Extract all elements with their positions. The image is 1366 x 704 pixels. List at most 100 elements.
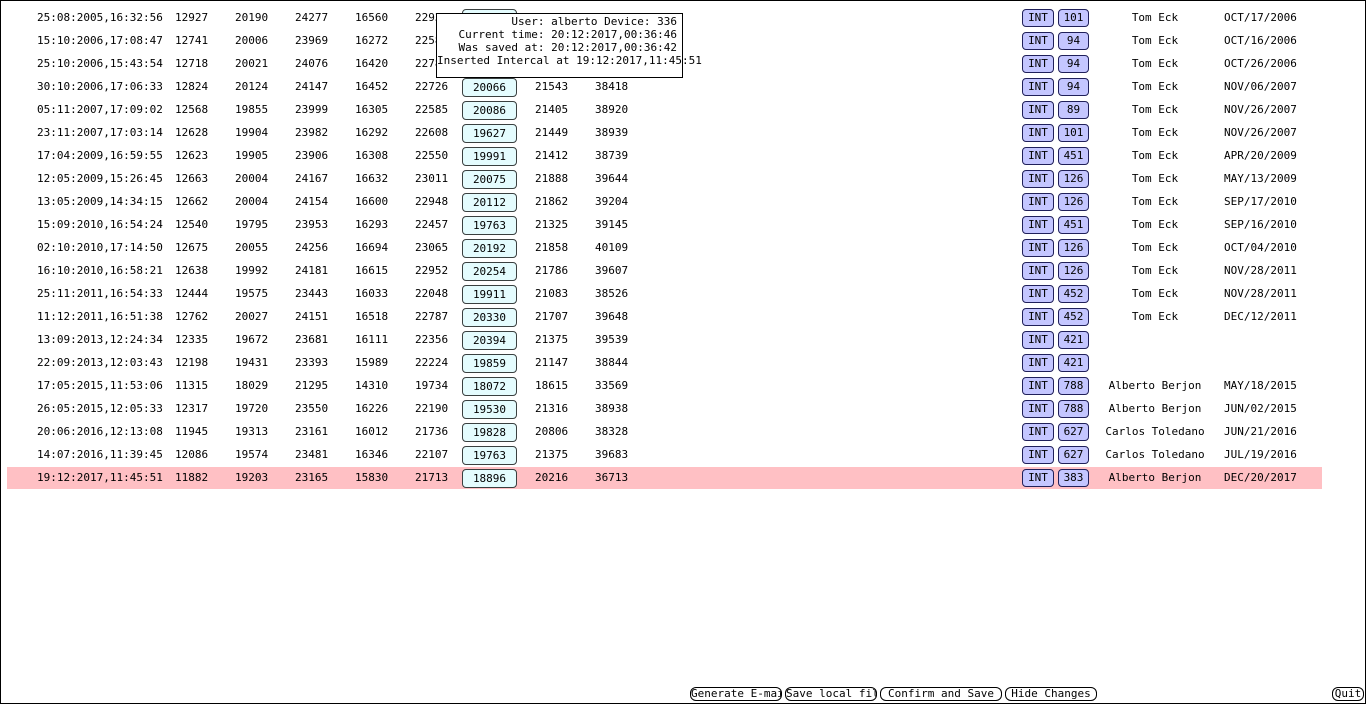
row-int-button[interactable]: INT — [1022, 101, 1054, 119]
row-code-button[interactable]: 94 — [1058, 55, 1089, 73]
row-int-button[interactable]: INT — [1022, 216, 1054, 234]
table-row[interactable]: 13:09:2013,12:24:34 12335 19672 23681 16111 2… — [7, 329, 1322, 351]
table-row[interactable]: 13:05:2009,14:34:15 12662 20004 24154 16600 2… — [7, 191, 1322, 213]
table-row[interactable]: 30:10:2006,17:06:33 12824 20124 24147 16452 2… — [7, 76, 1322, 98]
hide-changes-button[interactable]: Hide Changes — [1005, 687, 1097, 701]
table-row-selected[interactable]: 19:12:2017,11:45:51 11882 19203 23165 15830 2… — [7, 467, 1322, 489]
row-code-button[interactable]: 101 — [1058, 124, 1089, 142]
row-int-button[interactable]: INT — [1022, 377, 1054, 395]
row-value-5: 22608 — [415, 126, 449, 139]
row-int-button[interactable]: INT — [1022, 124, 1054, 142]
row-value-field[interactable]: 19859 — [462, 354, 517, 373]
row-int-button[interactable]: INT — [1022, 78, 1054, 96]
row-user-date: JUL/19/2016 — [1224, 448, 1297, 461]
row-value-field[interactable]: 20075 — [462, 170, 517, 189]
row-code-button[interactable]: 383 — [1058, 469, 1089, 487]
table-row[interactable]: 05:11:2007,17:09:02 12568 19855 23999 16305 2… — [7, 99, 1322, 121]
row-value-field[interactable]: 19828 — [462, 423, 517, 442]
row-code-button[interactable]: 101 — [1058, 9, 1089, 27]
row-code-button[interactable]: 451 — [1058, 147, 1089, 165]
row-value-8: 39683 — [595, 448, 629, 461]
row-date: 25:08:2005,16:32:56 — [37, 11, 163, 24]
row-code-button[interactable]: 126 — [1058, 239, 1089, 257]
row-int-button[interactable]: INT — [1022, 423, 1054, 441]
generate-email-button[interactable]: Generate E-mail — [690, 687, 782, 701]
table-row[interactable]: 26:05:2015,12:05:33 12317 19720 23550 16226 2… — [7, 398, 1322, 420]
row-code-button[interactable]: 94 — [1058, 78, 1089, 96]
row-user-date: JUN/21/2016 — [1224, 425, 1297, 438]
row-value-field[interactable]: 20086 — [462, 101, 517, 120]
row-code-button[interactable]: 89 — [1058, 101, 1089, 119]
table-row[interactable]: 22:09:2013,12:03:43 12198 19431 23393 15989 2… — [7, 352, 1322, 374]
table-row[interactable]: 25:11:2011,16:54:33 12444 19575 23443 16033 2… — [7, 283, 1322, 305]
table-row[interactable]: 12:05:2009,15:26:45 12663 20004 24167 16632 2… — [7, 168, 1322, 190]
row-value-field[interactable]: 20394 — [462, 331, 517, 350]
row-value-field[interactable]: 19763 — [462, 216, 517, 235]
row-code-button[interactable]: 421 — [1058, 354, 1089, 372]
table-row[interactable]: 02:10:2010,17:14:50 12675 20055 24256 16694 2… — [7, 237, 1322, 259]
row-int-button[interactable]: INT — [1022, 262, 1054, 280]
table-row[interactable]: 23:11:2007,17:03:14 12628 19904 23982 16292 2… — [7, 122, 1322, 144]
row-value-field[interactable]: 20330 — [462, 308, 517, 327]
table-row[interactable]: 17:04:2009,16:59:55 12623 19905 23906 16308 2… — [7, 145, 1322, 167]
row-int-button[interactable]: INT — [1022, 469, 1054, 487]
row-int-button[interactable]: INT — [1022, 308, 1054, 326]
row-int-button[interactable]: INT — [1022, 285, 1054, 303]
row-value-field[interactable]: 19763 — [462, 446, 517, 465]
row-value-field[interactable]: 19991 — [462, 147, 517, 166]
row-code-button[interactable]: 421 — [1058, 331, 1089, 349]
row-int-button[interactable]: INT — [1022, 170, 1054, 188]
row-value-field[interactable]: 20112 — [462, 193, 517, 212]
row-int-button[interactable]: INT — [1022, 400, 1054, 418]
row-code-button[interactable]: 126 — [1058, 193, 1089, 211]
table-row[interactable]: 14:07:2016,11:39:45 12086 19574 23481 16346 2… — [7, 444, 1322, 466]
row-code-button[interactable]: 452 — [1058, 285, 1089, 303]
row-value-field[interactable]: 20254 — [462, 262, 517, 281]
row-value-5: 22457 — [415, 218, 449, 231]
row-int-button[interactable]: INT — [1022, 147, 1054, 165]
table-row[interactable]: 17:05:2015,11:53:06 11315 18029 21295 14310 1… — [7, 375, 1322, 397]
row-code-button[interactable]: 788 — [1058, 377, 1089, 395]
row-code-button[interactable]: 126 — [1058, 170, 1089, 188]
row-int-button[interactable]: INT — [1022, 239, 1054, 257]
row-value-field[interactable]: 18896 — [462, 469, 517, 488]
quit-button[interactable]: Quit — [1332, 687, 1364, 701]
row-int-button[interactable]: INT — [1022, 354, 1054, 372]
row-code-button[interactable]: 788 — [1058, 400, 1089, 418]
row-code-button[interactable]: 126 — [1058, 262, 1089, 280]
confirm-and-save-button[interactable]: Confirm and Save — [880, 687, 1002, 701]
row-int-button[interactable]: INT — [1022, 9, 1054, 27]
row-int-button[interactable]: INT — [1022, 331, 1054, 349]
row-value-4: 16452 — [355, 80, 389, 93]
row-code-button[interactable]: 94 — [1058, 32, 1089, 50]
table-row[interactable]: 15:09:2010,16:54:24 12540 19795 23953 16293 2… — [7, 214, 1322, 236]
row-code-button[interactable]: 627 — [1058, 423, 1089, 441]
row-value-7: 21707 — [535, 310, 569, 323]
row-value-1: 12623 — [175, 149, 209, 162]
row-value-1: 12086 — [175, 448, 209, 461]
row-value-1: 11315 — [175, 379, 209, 392]
row-int-button[interactable]: INT — [1022, 446, 1054, 464]
row-value-field[interactable]: 19627 — [462, 124, 517, 143]
save-local-file-button[interactable]: Save local file — [785, 687, 877, 701]
row-value-field[interactable]: 20066 — [462, 78, 517, 97]
row-int-button[interactable]: INT — [1022, 55, 1054, 73]
row-value-field[interactable]: 19911 — [462, 285, 517, 304]
table-row[interactable]: 20:06:2016,12:13:08 11945 19313 23161 16012 2… — [7, 421, 1322, 443]
row-code-button[interactable]: 627 — [1058, 446, 1089, 464]
row-int-button[interactable]: INT — [1022, 193, 1054, 211]
row-value-field[interactable]: 20192 — [462, 239, 517, 258]
table-row[interactable]: 16:10:2010,16:58:21 12638 19992 24181 16615 2… — [7, 260, 1322, 282]
row-value-1: 12198 — [175, 356, 209, 369]
row-value-8: 38939 — [595, 126, 629, 139]
row-value-field[interactable]: 19530 — [462, 400, 517, 419]
row-value-2: 19313 — [235, 425, 269, 438]
row-value-8: 39607 — [595, 264, 629, 277]
row-code-button[interactable]: 451 — [1058, 216, 1089, 234]
row-value-field[interactable]: 18072 — [462, 377, 517, 396]
table-row[interactable]: 11:12:2011,16:51:38 12762 20027 24151 16518 2… — [7, 306, 1322, 328]
row-int-button[interactable]: INT — [1022, 32, 1054, 50]
row-user: Tom Eck — [1131, 195, 1179, 208]
row-code-button[interactable]: 452 — [1058, 308, 1089, 326]
row-value-8: 38418 — [595, 80, 629, 93]
